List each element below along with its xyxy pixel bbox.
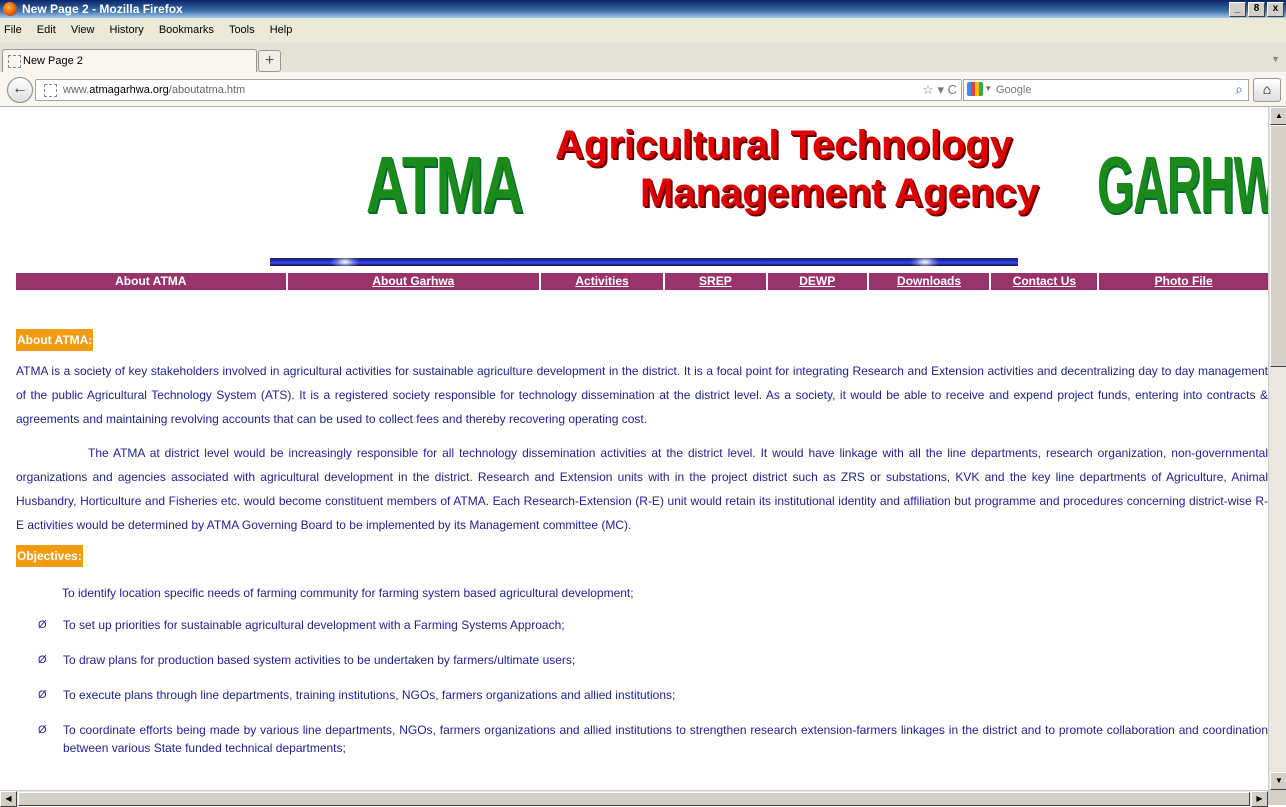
about-heading: About ATMA: bbox=[16, 329, 94, 351]
menu-tools[interactable]: Tools bbox=[229, 24, 255, 36]
tab-label: New Page 2 bbox=[23, 55, 83, 67]
url-bar-icons: ☆ ▾ C bbox=[922, 82, 957, 98]
nav-srep[interactable]: SREP bbox=[665, 273, 768, 290]
url-prefix: www. bbox=[63, 84, 90, 96]
menu-file[interactable]: File bbox=[4, 24, 22, 36]
site-identity-icon[interactable] bbox=[44, 84, 57, 97]
nav-dewp[interactable]: DEWP bbox=[768, 273, 869, 290]
menu-help[interactable]: Help bbox=[270, 24, 293, 36]
page-viewport: Agricultural Technology ATMA Management … bbox=[0, 107, 1268, 790]
bullet-icon: Ø bbox=[38, 689, 47, 701]
horizontal-scrollbar[interactable]: ◀ ▶ bbox=[0, 790, 1268, 807]
back-arrow-icon: ← bbox=[12, 80, 28, 97]
nav-photo-file[interactable]: Photo File bbox=[1099, 273, 1268, 290]
objective-item: Ø To execute plans through line departmen… bbox=[16, 686, 1268, 704]
objectives-heading: Objectives: bbox=[16, 545, 83, 567]
page-favicon-icon bbox=[8, 55, 21, 68]
bullet-icon: Ø bbox=[38, 654, 47, 666]
search-magnifier-icon[interactable]: ⌕ bbox=[1235, 81, 1243, 98]
window-controls: _ 8 x bbox=[1229, 2, 1284, 17]
url-text: www.atmagarhwa.org/aboutatma.htm bbox=[63, 84, 245, 96]
scrollbar-corner bbox=[1268, 790, 1286, 805]
close-button[interactable]: x bbox=[1267, 2, 1284, 17]
nav-downloads[interactable]: Downloads bbox=[869, 273, 992, 290]
tab-new-page-2[interactable]: New Page 2 bbox=[2, 49, 257, 72]
bullet-icon: Ø bbox=[38, 724, 47, 736]
url-path: /aboutatma.htm bbox=[168, 84, 246, 96]
menu-bookmarks[interactable]: Bookmarks bbox=[159, 24, 214, 36]
dropdown-icon[interactable]: ▾ bbox=[937, 82, 944, 97]
vertical-scrollbar[interactable]: ▲ ▼ bbox=[1268, 107, 1286, 790]
bullet-icon: Ø bbox=[38, 619, 47, 631]
site-nav: About ATMA About Garhwa Activities SREP … bbox=[16, 273, 1268, 290]
home-button[interactable]: ⌂ bbox=[1253, 78, 1281, 102]
nav-activities[interactable]: Activities bbox=[541, 273, 665, 290]
search-engine-dropdown-icon[interactable]: ▾ bbox=[986, 83, 991, 94]
tab-list-chevron-icon[interactable]: ▼ bbox=[1271, 54, 1280, 64]
url-bar[interactable]: www.atmagarhwa.org/aboutatma.htm ☆ ▾ C bbox=[35, 79, 962, 101]
objective-item: Ø To set up priorities for sustainable ag… bbox=[16, 616, 1268, 634]
scroll-up-arrow-icon[interactable]: ▲ bbox=[1270, 107, 1286, 125]
scroll-down-arrow-icon[interactable]: ▼ bbox=[1270, 772, 1286, 790]
about-paragraph-1: ATMA is a society of key stakeholders in… bbox=[16, 364, 1268, 426]
about-paragraph-2: The ATMA at district level would be incr… bbox=[16, 446, 1268, 532]
header-agri-line1: Agricultural Technology bbox=[555, 123, 1013, 167]
decorative-blue-bar bbox=[270, 255, 1018, 269]
home-icon: ⌂ bbox=[1262, 81, 1272, 97]
back-button[interactable]: ← bbox=[7, 77, 33, 103]
restore-button[interactable]: 8 bbox=[1248, 2, 1265, 17]
minimize-button[interactable]: _ bbox=[1229, 2, 1246, 17]
objective-item: Ø To coordinate efforts being made by var… bbox=[16, 721, 1268, 757]
navigation-toolbar: ← www.atmagarhwa.org/aboutatma.htm ☆ ▾ C… bbox=[0, 72, 1286, 107]
objective-text: To coordinate efforts being made by vari… bbox=[63, 723, 1268, 755]
reload-icon[interactable]: C bbox=[948, 82, 957, 97]
bookmark-star-icon[interactable]: ☆ bbox=[922, 82, 934, 97]
window-titlebar: New Page 2 - Mozilla Firefox _ 8 x bbox=[0, 0, 1286, 18]
header-atma: ATMA bbox=[366, 140, 524, 229]
menu-bar: File Edit View History Bookmarks Tools H… bbox=[0, 18, 1286, 42]
google-icon[interactable] bbox=[967, 82, 983, 96]
firefox-icon bbox=[3, 2, 17, 16]
vertical-scroll-thumb[interactable] bbox=[1270, 125, 1286, 367]
search-bar[interactable]: ▾ Google ⌕ bbox=[963, 79, 1249, 101]
header-agri-line2: Management Agency bbox=[640, 171, 1039, 215]
menu-history[interactable]: History bbox=[110, 24, 144, 36]
window-title: New Page 2 - Mozilla Firefox bbox=[22, 2, 183, 16]
nav-about-garhwa[interactable]: About Garhwa bbox=[288, 273, 542, 290]
objective-text: To execute plans through line department… bbox=[63, 688, 676, 702]
objective-text: To set up priorities for sustainable agr… bbox=[63, 618, 565, 632]
horizontal-scroll-thumb[interactable] bbox=[18, 792, 1250, 806]
menu-view[interactable]: View bbox=[71, 24, 95, 36]
search-placeholder: Google bbox=[996, 84, 1032, 96]
nav-about-atma[interactable]: About ATMA bbox=[16, 273, 288, 290]
url-domain: atmagarhwa.org bbox=[89, 84, 169, 96]
new-tab-button[interactable]: + bbox=[258, 50, 281, 72]
objective-text: To draw plans for production based syste… bbox=[63, 653, 576, 667]
menu-edit[interactable]: Edit bbox=[37, 24, 56, 36]
objectives-intro: To identify location specific needs of f… bbox=[62, 586, 634, 600]
tab-strip: New Page 2 + ▼ bbox=[0, 42, 1286, 73]
main-content: About ATMA: ATMA is a society of key sta… bbox=[16, 329, 1268, 757]
objective-item: Ø To draw plans for production based syst… bbox=[16, 651, 1268, 669]
header-garhwa: GARHWA bbox=[1097, 140, 1268, 229]
nav-contact-us[interactable]: Contact Us bbox=[991, 273, 1100, 290]
